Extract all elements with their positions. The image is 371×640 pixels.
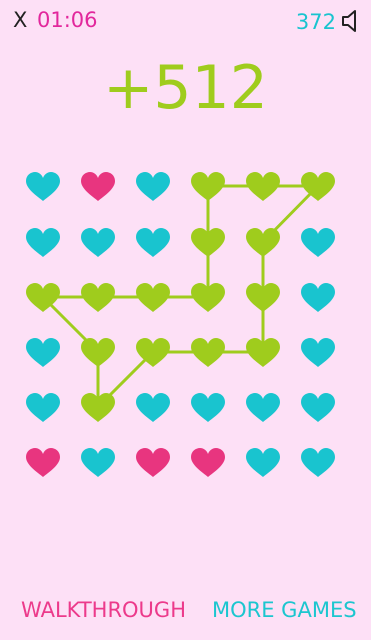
heart-cyan-icon[interactable]: [301, 283, 335, 312]
heart-cyan-icon[interactable]: [136, 393, 170, 422]
heart-cyan-icon[interactable]: [26, 338, 60, 367]
heart-cyan-icon[interactable]: [301, 228, 335, 257]
heart-cyan-icon[interactable]: [136, 228, 170, 257]
heart-pink-icon[interactable]: [26, 448, 60, 477]
heart-cyan-icon[interactable]: [301, 338, 335, 367]
heart-cyan-icon[interactable]: [191, 393, 225, 422]
heart-green-icon[interactable]: [191, 172, 225, 201]
heart-cyan-icon[interactable]: [301, 393, 335, 422]
heart-green-icon[interactable]: [246, 228, 280, 257]
heart-green-icon[interactable]: [81, 283, 115, 312]
heart-cyan-icon[interactable]: [81, 448, 115, 477]
heart-green-icon[interactable]: [191, 338, 225, 367]
heart-cyan-icon[interactable]: [26, 393, 60, 422]
heart-cyan-icon[interactable]: [246, 448, 280, 477]
heart-green-icon[interactable]: [81, 338, 115, 367]
heart-pink-icon[interactable]: [136, 448, 170, 477]
heart-cyan-icon[interactable]: [26, 172, 60, 201]
walkthrough-link[interactable]: WALKTHROUGH: [21, 600, 186, 621]
heart-cyan-icon[interactable]: [26, 228, 60, 257]
more-games-link[interactable]: MORE GAMES: [212, 600, 357, 621]
heart-cyan-icon[interactable]: [81, 228, 115, 257]
heart-board: [26, 172, 335, 477]
heart-pink-icon[interactable]: [191, 448, 225, 477]
heart-cyan-icon[interactable]: [136, 172, 170, 201]
heart-pink-icon[interactable]: [81, 172, 115, 201]
heart-green-icon[interactable]: [136, 283, 170, 312]
heart-cyan-icon[interactable]: [301, 448, 335, 477]
heart-cyan-icon[interactable]: [246, 393, 280, 422]
heart-green-icon[interactable]: [246, 172, 280, 201]
